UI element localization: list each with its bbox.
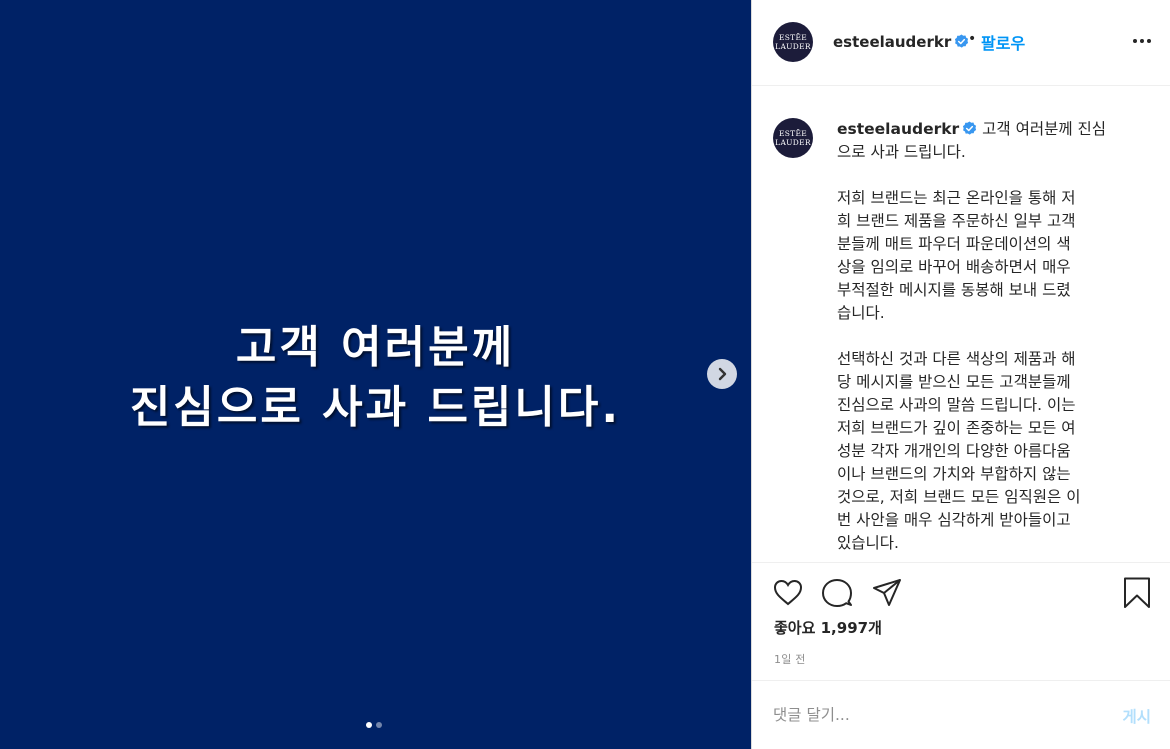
caption-text-line: 저희 브랜드가 깊이 존중하는 모든 여 [837, 419, 1076, 437]
carousel-dot-active [366, 722, 372, 728]
caption-text-line: 저희 브랜드는 최근 온라인을 통해 저 [837, 189, 1076, 207]
heart-icon[interactable] [772, 577, 804, 609]
media-headline: 고객 여러분께 진심으로 사과 드립니다. [0, 318, 751, 438]
bookmark-icon[interactable] [1121, 577, 1153, 609]
caption-text-line: 상을 임의로 바꾸어 배송하면서 매우 [837, 258, 1071, 276]
more-options-icon[interactable] [1133, 35, 1151, 47]
follow-button[interactable]: 팔로우 [981, 30, 1025, 54]
caption-text-line: 있습니다. [837, 534, 899, 552]
avatar-logo-text: ESTĒE [778, 129, 808, 138]
caption-text-line: 이나 브랜드의 가치와 부합하지 않는 [837, 465, 1071, 483]
header-username-text: esteelauderkr [833, 33, 952, 51]
likes-count[interactable]: 좋아요 1,997개 [774, 617, 882, 638]
caption-text-line: 성분 각자 개개인의 다양한 아름다움 [837, 442, 1071, 460]
caption-text-line: 고객 여러분께 진심 [982, 120, 1107, 138]
caption-text-line: 것으로, 저희 브랜드 모든 임직원은 이 [837, 488, 1081, 506]
next-slide-button[interactable] [707, 359, 737, 389]
comment-icon[interactable] [821, 577, 853, 609]
action-bar [752, 563, 1170, 623]
caption-text-line: 부적절한 메시지를 동봉해 보내 드렸 [837, 281, 1071, 299]
media-headline-line-1: 고객 여러분께 [235, 322, 516, 373]
caption-text-line: 당 메시지를 받으신 모든 고객분들께 [837, 373, 1071, 391]
avatar-logo-text: ESTĒE [778, 33, 808, 42]
verified-badge-icon [955, 34, 969, 48]
caption-paragraph-2: 선택하신 것과 다른 색상의 제품과 해 당 메시지를 받으신 모든 고객분들께… [837, 348, 1137, 555]
comments-area[interactable]: ESTĒE LAUDER esteelauderkr 고객 여러분께 진심 으로… [752, 87, 1170, 563]
caption-text-line: 희 브랜드 제품을 주문하신 일부 고객 [837, 212, 1076, 230]
caption-text-line: 진심으로 사과의 말씀 드립니다. 이는 [837, 396, 1076, 414]
post-caption: esteelauderkr 고객 여러분께 진심 으로 사과 드립니다. 저희 … [837, 118, 1137, 555]
comment-input[interactable] [773, 701, 1093, 729]
post-media: 고객 여러분께 진심으로 사과 드립니다. [0, 0, 751, 749]
avatar-logo-text: LAUDER [775, 138, 811, 147]
caption-text-line: 으로 사과 드립니다. [837, 143, 966, 161]
post-comment-button[interactable]: 게시 [1122, 705, 1151, 727]
verified-badge-icon [963, 121, 977, 135]
media-headline-line-2: 진심으로 사과 드립니다. [129, 382, 622, 433]
caption-username[interactable]: esteelauderkr [837, 120, 959, 138]
caption-text-line: 습니다. [837, 304, 885, 322]
comment-composer: 게시 [752, 680, 1170, 749]
chevron-right-icon [718, 367, 727, 381]
header-username[interactable]: esteelauderkr [833, 33, 969, 51]
caption-paragraph-1: 저희 브랜드는 최근 온라인을 통해 저 희 브랜드 제품을 주문하신 일부 고… [837, 187, 1137, 325]
header-separator: • [968, 31, 977, 47]
avatar[interactable]: ESTĒE LAUDER [773, 118, 813, 158]
caption-text-line: 분들께 매트 파우더 파운데이션의 색 [837, 235, 1071, 253]
post-timestamp[interactable]: 1일 전 [774, 651, 806, 667]
post-side-panel: ESTĒE LAUDER esteelauderkr • 팔로우 ESTĒE L… [751, 0, 1170, 749]
caption-text-line: 선택하신 것과 다른 색상의 제품과 해 [837, 350, 1076, 368]
share-icon[interactable] [871, 577, 903, 609]
avatar[interactable]: ESTĒE LAUDER [773, 22, 813, 62]
carousel-dot [376, 722, 382, 728]
avatar-logo-text: LAUDER [775, 42, 811, 51]
carousel-indicator [366, 722, 382, 728]
more-dot [1133, 39, 1137, 43]
caption-text-line: 번 사안을 매우 심각하게 받아들이고 [837, 511, 1071, 529]
more-dot [1140, 39, 1144, 43]
more-dot [1147, 39, 1151, 43]
post-header: ESTĒE LAUDER esteelauderkr • 팔로우 [752, 0, 1170, 86]
